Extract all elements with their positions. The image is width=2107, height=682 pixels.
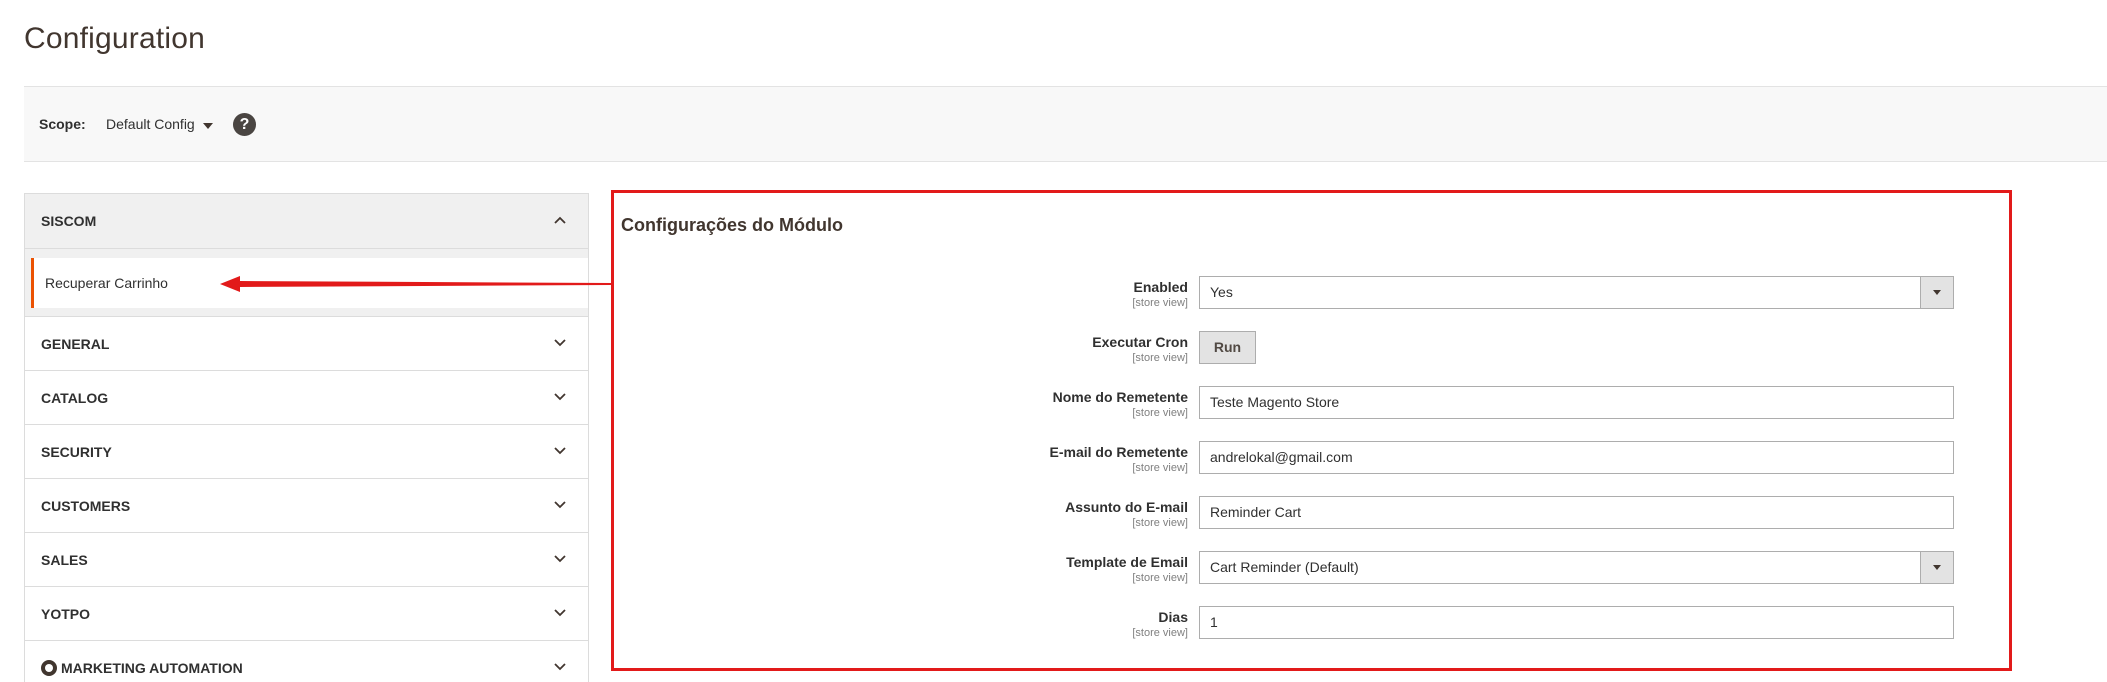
- select-value: Yes: [1210, 284, 1233, 300]
- field-row-executar-cron: Executar Cron [store view] Run: [614, 331, 2009, 371]
- chevron-down-icon: [554, 663, 566, 671]
- sidebar-section-label: GENERAL: [41, 336, 110, 352]
- field-scope: [store view]: [1132, 352, 1188, 364]
- sidebar-section-yotpo[interactable]: YOTPO: [24, 586, 589, 640]
- sidebar-section-marketing-automation[interactable]: MARKETING AUTOMATION: [24, 640, 589, 682]
- select-arrow-icon: [1920, 277, 1953, 308]
- sidebar-item-label: Recuperar Carrinho: [45, 275, 168, 291]
- email-template-select[interactable]: Cart Reminder (Default): [1199, 551, 1954, 584]
- field-label: Template de Email: [1066, 554, 1188, 570]
- field-label: Assunto do E-mail: [1065, 499, 1188, 515]
- days-input[interactable]: 1: [1199, 606, 1954, 639]
- sidebar-section-sales[interactable]: SALES: [24, 532, 589, 586]
- sidebar-section-label: SALES: [41, 552, 88, 568]
- sidebar-section-catalog[interactable]: CATALOG: [24, 370, 589, 424]
- module-config-panel: Configurações do Módulo Enabled [store v…: [611, 190, 2012, 671]
- chevron-up-icon: [554, 216, 566, 224]
- sidebar-section-label: SECURITY: [41, 444, 112, 460]
- field-scope: [store view]: [1132, 517, 1188, 529]
- run-cron-button[interactable]: Run: [1199, 331, 1256, 364]
- help-icon[interactable]: ?: [233, 113, 256, 136]
- field-row-dias: Dias [store view] 1: [614, 606, 2009, 646]
- sidebar-section-label: MARKETING AUTOMATION: [61, 660, 243, 676]
- sidebar-section-label: CUSTOMERS: [41, 498, 131, 514]
- sidebar-section-customers[interactable]: CUSTOMERS: [24, 478, 589, 532]
- field-scope: [store view]: [1132, 407, 1188, 419]
- config-sidebar: SISCOM Recuperar Carrinho GENERAL CATALO…: [24, 193, 589, 682]
- email-subject-input[interactable]: Reminder Cart: [1199, 496, 1954, 529]
- chevron-down-icon: [554, 447, 566, 455]
- field-row-template-email: Template de Email [store view] Cart Remi…: [614, 551, 2009, 591]
- select-arrow-icon: [1920, 552, 1953, 583]
- field-scope: [store view]: [1132, 627, 1188, 639]
- sidebar-section-general[interactable]: GENERAL: [24, 316, 589, 370]
- chevron-down-icon: [554, 339, 566, 347]
- scope-bar: Scope: Default Config ?: [24, 86, 2107, 162]
- enabled-select[interactable]: Yes: [1199, 276, 1954, 309]
- chevron-down-icon: [554, 609, 566, 617]
- page-title: Configuration: [24, 22, 206, 55]
- panel-title: Configurações do Módulo: [621, 215, 843, 235]
- sidebar-section-label: SISCOM: [41, 213, 97, 229]
- field-scope: [store view]: [1132, 462, 1188, 474]
- sidebar-section-label: CATALOG: [41, 390, 109, 406]
- field-scope: [store view]: [1132, 297, 1188, 309]
- field-label: Enabled: [1133, 279, 1188, 295]
- chevron-down-icon: [554, 393, 566, 401]
- marketing-automation-logo-icon: [41, 660, 57, 676]
- chevron-down-icon: [554, 555, 566, 563]
- field-label: Dias: [1158, 609, 1188, 625]
- field-label: Nome do Remetente: [1052, 389, 1188, 405]
- sidebar-section-label: YOTPO: [41, 606, 91, 622]
- field-label: Executar Cron: [1092, 334, 1188, 350]
- scope-switcher[interactable]: Default Config: [106, 116, 213, 132]
- field-label: E-mail do Remetente: [1049, 444, 1188, 460]
- chevron-down-icon: [554, 501, 566, 509]
- field-row-email-remetente: E-mail do Remetente [store view] andrelo…: [614, 441, 2009, 481]
- field-scope: [store view]: [1132, 572, 1188, 584]
- field-row-enabled: Enabled [store view] Yes: [614, 276, 2009, 316]
- sender-name-input[interactable]: Teste Magento Store: [1199, 386, 1954, 419]
- field-row-assunto-email: Assunto do E-mail [store view] Reminder …: [614, 496, 2009, 536]
- select-value: Cart Reminder (Default): [1210, 559, 1359, 575]
- caret-down-icon: [202, 122, 213, 129]
- sidebar-section-siscom[interactable]: SISCOM: [24, 193, 589, 249]
- field-row-nome-remetente: Nome do Remetente [store view] Teste Mag…: [614, 386, 2009, 426]
- sender-email-input[interactable]: andrelokal@gmail.com: [1199, 441, 1954, 474]
- annotation-arrow: [220, 276, 612, 292]
- sidebar-section-security[interactable]: SECURITY: [24, 424, 589, 478]
- scope-value: Default Config: [106, 116, 195, 132]
- scope-label: Scope:: [39, 116, 86, 132]
- sidebar-section-label-wrap: MARKETING AUTOMATION: [41, 660, 243, 676]
